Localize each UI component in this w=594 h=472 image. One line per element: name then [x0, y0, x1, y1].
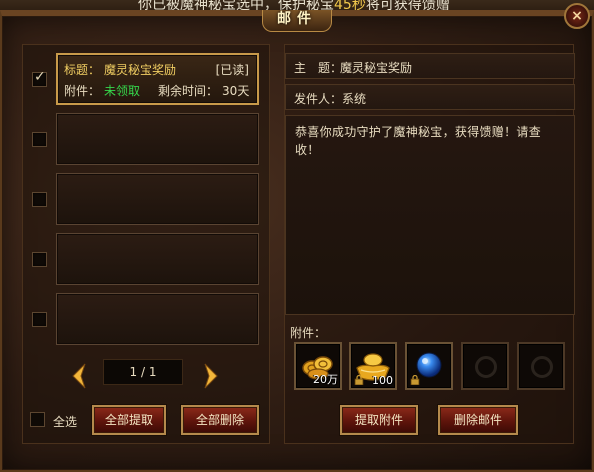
check-icon: ✓	[34, 69, 46, 85]
mail-card-empty[interactable]	[56, 233, 259, 285]
message-body-box: 恭喜你成功守护了魔神秘宝，获得馈赠！请查收！	[285, 115, 575, 315]
mail-list-item[interactable]	[23, 233, 271, 285]
mail-meta-line: 附件： 未领取 剩余时间： 30天	[64, 82, 249, 99]
empty-slot-icon	[475, 356, 497, 378]
mail-title: 魔灵秘宝奖励	[104, 63, 177, 77]
next-page-arrow-icon[interactable]	[203, 363, 219, 389]
mail-checkbox[interactable]	[32, 192, 47, 207]
mail-checkbox[interactable]	[32, 312, 47, 327]
window-title-plate: 邮件	[262, 10, 332, 32]
delete-mail-button[interactable]: 删除邮件	[438, 405, 518, 435]
mail-list-item[interactable]	[23, 113, 271, 165]
mail-title-line: 标题： 魔灵秘宝奖励	[64, 61, 176, 78]
sender-row: 发件人： 系统	[285, 84, 575, 110]
attachment-count: 20万	[313, 373, 338, 386]
empty-slot-icon	[531, 356, 553, 378]
mail-list-item[interactable]	[23, 173, 271, 225]
attachment-count: 100	[372, 374, 393, 387]
window-title: 邮件	[277, 11, 317, 27]
mail-checkbox[interactable]: ✓	[32, 69, 47, 87]
select-all-label: 全选	[53, 415, 78, 429]
close-button[interactable]: ×	[564, 3, 590, 29]
mail-remain-time: 30天	[222, 84, 250, 98]
mail-card-selected[interactable]: 标题： 魔灵秘宝奖励 [已读] 附件： 未领取 剩余时间： 30天	[56, 53, 259, 105]
mail-attach-label: 附件：	[64, 84, 101, 98]
delete-all-button[interactable]: 全部删除	[181, 405, 259, 435]
attachments-label: 附件：	[290, 326, 327, 340]
attachment-slot-empty[interactable]	[461, 342, 509, 390]
attachment-slot-empty[interactable]	[517, 342, 565, 390]
attachment-slot[interactable]	[405, 342, 453, 390]
mail-attach-status: 未领取	[104, 84, 141, 98]
mail-checkbox[interactable]	[32, 252, 47, 267]
mail-card-empty[interactable]	[56, 113, 259, 165]
select-all-checkbox[interactable]	[30, 412, 45, 427]
mail-list-item[interactable]	[23, 293, 271, 345]
prev-page-arrow-icon[interactable]	[71, 363, 87, 389]
attachment-slot[interactable]: 100	[349, 342, 397, 390]
subject-row: 主 题： 魔灵秘宝奖励	[285, 53, 575, 79]
page-indicator: 1 / 1	[103, 359, 183, 385]
sender-value: 系统	[342, 92, 367, 106]
claim-all-button[interactable]: 全部提取	[92, 405, 166, 435]
lock-icon	[410, 375, 420, 385]
message-body: 恭喜你成功守护了魔神秘宝，获得馈赠！请查收！	[295, 125, 542, 157]
mail-list-item[interactable]: ✓ 标题： 魔灵秘宝奖励 [已读] 附件： 未领取 剩余时间： 30天	[23, 53, 271, 105]
subject-value: 魔灵秘宝奖励	[340, 61, 413, 75]
mail-read-status: [已读]	[215, 63, 249, 77]
take-attachment-button[interactable]: 提取附件	[340, 405, 418, 435]
mail-list-panel: ✓ 标题： 魔灵秘宝奖励 [已读] 附件： 未领取 剩余时间： 30天 1 / 1	[22, 44, 270, 444]
mail-remain-label: 剩余时间：	[158, 84, 219, 98]
attachment-slot[interactable]: 20万	[294, 342, 342, 390]
mail-card-empty[interactable]	[56, 293, 259, 345]
sender-label: 发件人：	[294, 92, 343, 106]
close-icon: ×	[571, 8, 583, 24]
subject-label: 主 题：	[294, 61, 343, 75]
mail-card-empty[interactable]	[56, 173, 259, 225]
mail-title-label: 标题：	[64, 63, 101, 77]
mail-checkbox[interactable]	[32, 132, 47, 147]
lock-icon	[354, 375, 364, 385]
